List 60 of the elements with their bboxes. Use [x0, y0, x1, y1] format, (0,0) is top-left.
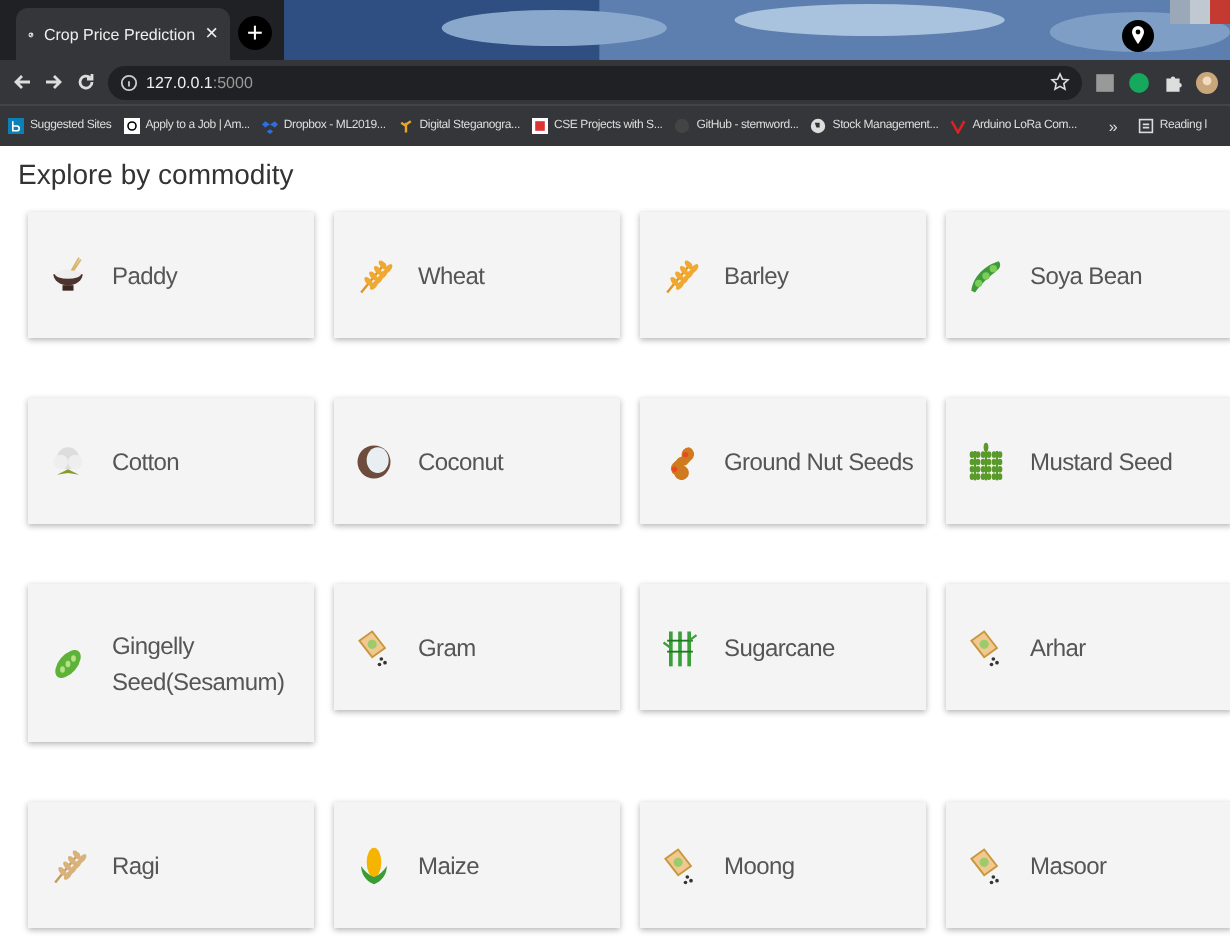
commodity-card[interactable]: Cotton: [28, 398, 314, 524]
square-icon: [531, 118, 548, 134]
commodity-name: Moong: [724, 849, 795, 883]
address-field[interactable]: 127.0.0.1:5000: [108, 65, 1082, 99]
plant-icon: [964, 439, 1008, 483]
commodity-name: Mustard Seed: [1030, 445, 1173, 479]
commodity-card[interactable]: Coconut: [334, 398, 620, 524]
close-tab-button[interactable]: ×: [205, 22, 218, 46]
commodity-name: Wheat: [418, 259, 485, 293]
extension-icon[interactable]: [1094, 71, 1116, 93]
commodity-card[interactable]: Barley: [640, 212, 926, 338]
new-tab-button[interactable]: +: [238, 16, 272, 50]
extension-icon[interactable]: [1128, 71, 1150, 93]
commodity-name: Gingelly Seed(Sesamum): [112, 629, 287, 699]
location-pin-icon[interactable]: [1122, 20, 1154, 52]
commodity-name: Paddy: [112, 259, 178, 293]
b-logo-icon: [8, 118, 24, 134]
url-port: :5000: [212, 73, 255, 91]
box-logo-icon: [261, 118, 278, 134]
commodity-card[interactable]: Wheat: [334, 212, 620, 338]
commodity-card[interactable]: Sugarcane: [640, 584, 926, 710]
commodity-card[interactable]: Masoor: [946, 802, 1230, 928]
forward-icon[interactable]: [44, 72, 64, 92]
commodity-name: Barley: [724, 259, 789, 293]
commodity-name: Arhar: [1030, 631, 1086, 665]
puzzle-icon[interactable]: [1162, 71, 1184, 93]
commodity-card[interactable]: Ragi: [28, 802, 314, 928]
commodity-card[interactable]: Paddy: [28, 212, 314, 338]
commodity-card[interactable]: Moong: [640, 802, 926, 928]
window-controls[interactable]: [1170, 0, 1230, 24]
v-logo-icon: [950, 118, 967, 134]
more-bookmarks-button[interactable]: »: [1108, 117, 1118, 135]
reload-icon[interactable]: [76, 72, 96, 92]
commodity-card[interactable]: Ground Nut Seeds: [640, 398, 926, 524]
commodity-name: Ground Nut Seeds: [724, 445, 914, 479]
commodity-card[interactable]: Soya Bean: [946, 212, 1230, 338]
commodity-name: Sugarcane: [724, 631, 835, 665]
info-icon: [120, 73, 138, 91]
commodity-name: Cotton: [112, 445, 180, 479]
commodity-card[interactable]: Mustard Seed: [946, 398, 1230, 524]
back-icon[interactable]: [12, 72, 32, 92]
commodity-name: Masoor: [1030, 849, 1107, 883]
sprout-icon: [397, 118, 414, 134]
commodity-name: Gram: [418, 631, 476, 665]
commodity-name: Ragi: [112, 849, 159, 883]
globe-icon: [810, 118, 827, 134]
browser-tab[interactable]: Crop Price Prediction ×: [16, 8, 230, 60]
tab-title: Crop Price Prediction: [43, 25, 196, 43]
star-icon[interactable]: [1050, 72, 1070, 92]
commodity-card[interactable]: Arhar: [946, 584, 1230, 710]
list-icon: [1137, 118, 1154, 134]
commodity-name: Coconut: [418, 445, 504, 479]
commodity-name: Maize: [418, 849, 480, 883]
section-heading: Explore by commodity: [18, 158, 296, 190]
url-host: 127.0.0.1: [146, 73, 213, 91]
commodity-name: Soya Bean: [1030, 259, 1143, 293]
commodity-card[interactable]: Gingelly Seed(Sesamum): [28, 584, 314, 742]
avatar-icon[interactable]: [1196, 71, 1218, 93]
commodity-card[interactable]: Maize: [334, 802, 620, 928]
commodity-card[interactable]: Gram: [334, 584, 620, 710]
